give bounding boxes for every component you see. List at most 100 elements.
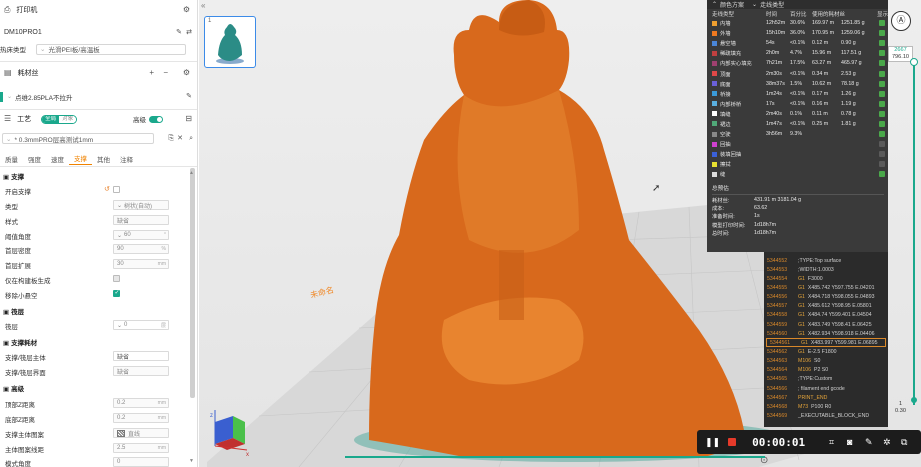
legend-row[interactable]: 缝 xyxy=(707,169,888,179)
filament-settings-icon[interactable]: ⚙ xyxy=(183,69,190,77)
scroll-down-icon[interactable]: ▼ xyxy=(189,458,194,464)
remove-small-overhang-checkbox[interactable]: ✓ xyxy=(113,290,120,297)
base-pattern-spacing-input[interactable]: 2.5 mm xyxy=(113,443,169,453)
enable-support-checkbox[interactable] xyxy=(113,186,120,193)
filament-item-name[interactable]: 点维2.85PLA不拉升 xyxy=(15,92,72,102)
legend-visibility-toggle[interactable] xyxy=(877,110,887,117)
gcode-line[interactable]: 5344553 ;WIDTH:1.0003 xyxy=(764,265,888,274)
legend-visibility-toggle[interactable] xyxy=(877,90,887,97)
gcode-line[interactable]: 5344556 G1 X484.718 Y598.055 E.04893 xyxy=(764,293,888,302)
support-style-select[interactable]: 缺省 xyxy=(113,215,169,225)
legend-visibility-toggle[interactable] xyxy=(877,20,887,27)
printer-connect-icon[interactable]: ⇄ xyxy=(186,29,192,36)
filament-edit-icon[interactable]: ✎ xyxy=(186,93,192,100)
reset-icon[interactable]: ↺ xyxy=(104,185,110,193)
legend-row[interactable]: 回抽 xyxy=(707,139,888,149)
printer-name[interactable]: DM10PRO1 xyxy=(4,29,42,36)
collapse-up-icon[interactable]: ⌃ xyxy=(712,1,717,8)
legend-visibility-toggle[interactable] xyxy=(877,30,887,37)
tab-4[interactable]: 其他 xyxy=(92,153,115,165)
plate-type-select[interactable]: ⌄ 光滑PEI板/高温板 xyxy=(36,43,186,55)
gcode-line[interactable]: 5344565 ;TYPE:Custom xyxy=(764,375,888,384)
color-scheme-select[interactable]: 走线类型 xyxy=(760,0,784,9)
legend-visibility-toggle[interactable] xyxy=(877,141,887,148)
pause-icon[interactable]: ❚❚ xyxy=(705,437,720,448)
gcode-line[interactable]: 5344568 M73 P100 R0 xyxy=(764,402,888,411)
gcode-line[interactable]: 5344560 G1 X482.934 Y598.918 E.04406 xyxy=(764,329,888,338)
raft-layers-input[interactable]: ⌄ 0 层 xyxy=(113,320,169,330)
legend-visibility-toggle[interactable] xyxy=(877,100,887,107)
legend-row[interactable]: 顶面 2m30s <0.1% 0.34 m 2.53 g xyxy=(707,68,888,78)
toggle-object[interactable]: 对象 xyxy=(59,115,77,123)
tab-0[interactable]: 质量 xyxy=(0,153,23,165)
legend-row[interactable]: 空驶 3h56m 9.3% xyxy=(707,129,888,139)
base-pattern-select[interactable]: 直线 xyxy=(113,428,169,438)
stop-record-icon[interactable] xyxy=(728,438,737,446)
save-preset-icon[interactable]: ⎘ xyxy=(168,135,174,142)
legend-row[interactable]: 擦拭 xyxy=(707,159,888,169)
legend-visibility-toggle[interactable] xyxy=(877,151,887,158)
remove-filament-icon[interactable]: − xyxy=(163,69,168,77)
add-filament-icon[interactable]: + xyxy=(149,69,154,77)
legend-row[interactable]: 外墙 15h10m 36.0% 170.95 m 1259.06 g xyxy=(707,28,888,38)
gcode-line[interactable]: 5344554 G1 F3000 xyxy=(764,274,888,283)
camera-icon[interactable]: ◙ xyxy=(847,437,852,447)
toggle-global[interactable]: 全局 xyxy=(42,115,60,123)
threshold-angle-input[interactable]: ⌄ 60 ° xyxy=(113,230,169,240)
legend-row[interactable]: 裙边 1m47s <0.1% 0.25 m 1.81 g xyxy=(707,119,888,129)
gcode-line[interactable]: 5344567 PRINT_END xyxy=(764,393,888,402)
settings-scrollbar[interactable] xyxy=(190,168,195,398)
legend-row[interactable]: 内部桥桥 17s <0.1% 0.16 m 1.19 g xyxy=(707,99,888,109)
tab-2[interactable]: 速度 xyxy=(46,153,69,165)
gcode-line[interactable]: 5344564 M106 P2 S0 xyxy=(764,366,888,375)
scroll-up-icon[interactable]: ▲ xyxy=(189,170,194,176)
tab-1[interactable]: 强度 xyxy=(23,153,46,165)
layer-bottom-handle[interactable] xyxy=(911,397,917,403)
chevron-down-icon[interactable]: ⌄ xyxy=(752,1,757,8)
printer-edit-icon[interactable]: ✎ xyxy=(176,29,182,36)
gcode-line[interactable]: 5344563 M106 S0 xyxy=(764,357,888,366)
legend-row[interactable]: 内墙 12h52m 30.6% 169.97 m 1251.85 g xyxy=(707,18,888,28)
legend-visibility-toggle[interactable] xyxy=(877,171,887,178)
gcode-viewer[interactable]: 5344552 ;TYPE:Top surface 5344553 ;WIDTH:1.… xyxy=(764,252,888,427)
tab-3[interactable]: 支撑 xyxy=(69,153,92,165)
tab-5[interactable]: 注释 xyxy=(115,153,138,165)
buildplate-only-checkbox[interactable] xyxy=(113,275,120,282)
process-compare-icon[interactable]: ⊟ xyxy=(185,115,192,123)
printer-settings-icon[interactable]: ⚙ xyxy=(183,6,190,14)
gcode-line[interactable]: 5344555 G1 X485.742 Y597.755 E.04201 xyxy=(764,283,888,292)
legend-visibility-toggle[interactable] xyxy=(877,70,887,77)
legend-row[interactable]: 桥接 1m24s <0.1% 0.17 m 1.26 g xyxy=(707,89,888,99)
legend-row[interactable]: 底面 38m37s 1.5% 10.62 m 78.18 g xyxy=(707,79,888,89)
axes-gizmo[interactable]: z x xyxy=(207,408,252,458)
layer-slider-track[interactable] xyxy=(913,60,915,405)
legend-row[interactable]: 内部实心填充 7h21m 17.5% 63.27 m 465.97 g xyxy=(707,58,888,68)
legend-visibility-toggle[interactable] xyxy=(877,50,887,57)
legend-visibility-toggle[interactable] xyxy=(877,120,887,127)
legend-row[interactable]: 悬空墙 54s <0.1% 0.12 m 0.90 g xyxy=(707,38,888,48)
first-layer-expand-input[interactable]: 30 mm xyxy=(113,259,169,269)
layer-top-handle[interactable] xyxy=(910,58,918,66)
support-type-select[interactable]: ⌄ 树状(自动) xyxy=(113,200,169,210)
gcode-line[interactable]: 5344562 G1 E-2.5 F1800 xyxy=(764,347,888,356)
legend-visibility-toggle[interactable] xyxy=(877,161,887,168)
first-layer-density-input[interactable]: 90% xyxy=(113,244,169,254)
support-base-filament-select[interactable]: 缺省 xyxy=(113,351,169,361)
color-scheme-header[interactable]: ⌃ 颜色方案 ⌄ 走线类型 xyxy=(707,0,888,9)
screenshot-region-icon[interactable]: ⌗ xyxy=(829,437,834,448)
pattern-angle-input[interactable]: 0 xyxy=(113,457,169,467)
gcode-line[interactable]: 5344552 ;TYPE:Top surface xyxy=(764,256,888,265)
minimize-window-icon[interactable]: ⧉ xyxy=(901,437,907,448)
gcode-line[interactable]: 5344557 G1 X485.612 Y598.95 E.05801 xyxy=(764,302,888,311)
assistant-icon[interactable]: Ⓐ xyxy=(891,11,911,31)
gcode-line[interactable]: 5344566 ; filament end gcode xyxy=(764,384,888,393)
settings-icon[interactable]: ✲ xyxy=(883,437,891,448)
advanced-toggle[interactable] xyxy=(149,115,163,123)
bottom-z-distance-input[interactable]: 0.2 mm xyxy=(113,413,169,423)
move-slider-track[interactable] xyxy=(345,456,765,458)
gcode-line[interactable]: 5344561 G1 X483.997 Y599.981 E.06895 xyxy=(766,338,886,348)
pen-icon[interactable]: ✎ xyxy=(865,437,873,448)
search-icon[interactable]: ⌕ xyxy=(189,135,193,142)
gcode-line[interactable]: 5344558 G1 X484.74 Y599.401 E.04504 xyxy=(764,311,888,320)
plate-thumbnail[interactable]: 1 xyxy=(204,16,256,68)
